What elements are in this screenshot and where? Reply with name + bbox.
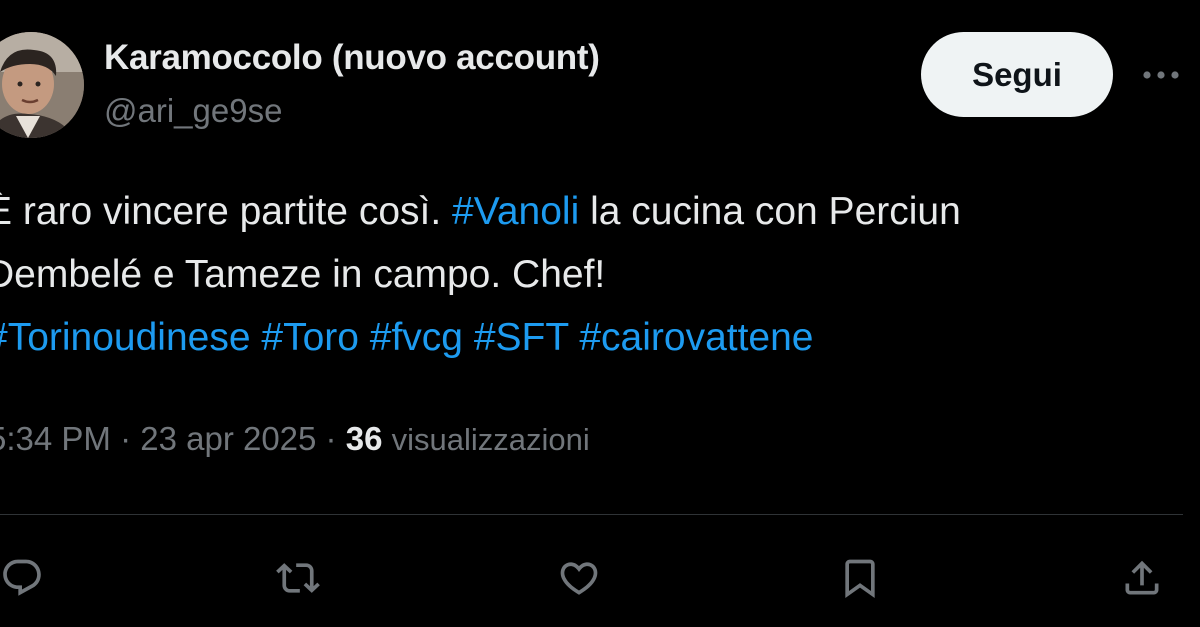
tweet-text-segment: la cucina con Perciun (579, 190, 961, 233)
hashtag-link[interactable]: #Torinoudinese (0, 316, 251, 359)
hashtag-link[interactable]: #Vanoli (452, 190, 579, 233)
hashtag-link[interactable]: #fvcg (370, 316, 463, 359)
share-button[interactable] (1112, 548, 1172, 608)
tweet-line-2: Dembelé e Tameze in campo. Chef! (0, 253, 606, 296)
follow-button[interactable]: Segui (921, 32, 1113, 117)
bookmark-icon (845, 559, 875, 599)
more-options-button[interactable] (1136, 58, 1186, 92)
tweet-line-3: #Torinoudinese #Toro #fvcg #SFT #cairova… (0, 306, 1200, 369)
share-icon (1125, 560, 1159, 595)
views-count: 36 (345, 420, 383, 457)
tweet-meta: 5:34 PM · 23 apr 2025 · 36 visualizzazio… (0, 420, 590, 458)
more-icon (1143, 71, 1179, 79)
bookmark-button[interactable] (830, 548, 890, 608)
divider (0, 514, 1183, 515)
avatar-photo (0, 32, 84, 138)
hashtag-link[interactable]: #Toro (261, 316, 359, 359)
meta-separator: · (110, 420, 141, 457)
tweet-text: È raro vincere partite così. #Vanoli la … (0, 180, 1200, 369)
views-label: visualizzazioni (391, 422, 590, 457)
like-button[interactable] (549, 548, 609, 608)
display-name[interactable]: Karamoccolo (nuovo account) (104, 38, 600, 78)
user-handle[interactable]: @ari_ge9se (104, 92, 282, 130)
hashtag-link[interactable]: #cairovattene (579, 316, 813, 359)
retweet-icon (276, 563, 320, 593)
tweet-text-segment: È raro vincere partite così. (0, 190, 453, 233)
reply-icon (3, 559, 41, 596)
avatar[interactable] (0, 32, 84, 138)
retweet-button[interactable] (268, 548, 328, 608)
meta-separator: · (316, 420, 346, 457)
tweet-time[interactable]: 5:34 PM (0, 420, 111, 457)
reply-button[interactable] (0, 548, 52, 608)
like-icon (560, 562, 598, 595)
tweet-date[interactable]: 23 apr 2025 (140, 420, 316, 457)
tweet-line-1: È raro vincere partite così. #Vanoli la … (0, 180, 1200, 243)
hashtag-link[interactable]: #SFT (474, 316, 569, 359)
